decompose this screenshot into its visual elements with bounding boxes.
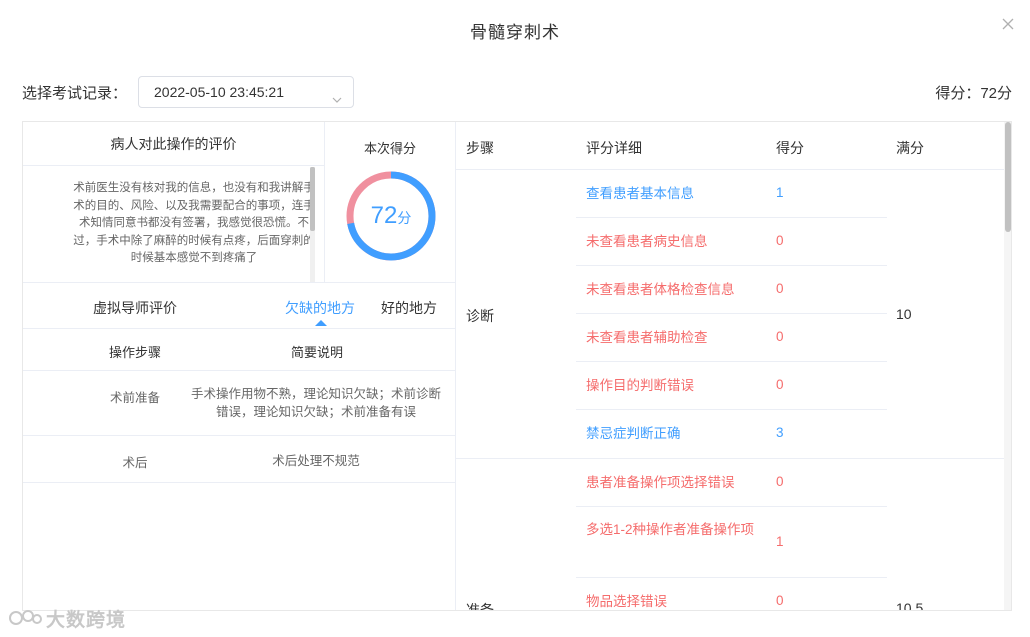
score-detail: 禁忌症判断正确: [586, 426, 681, 441]
table-row: 患者准备操作项选择错误 0: [576, 459, 887, 507]
issue-desc: 术后处理不规范: [272, 454, 360, 468]
score-detail: 未查看患者体格检查信息: [586, 282, 735, 297]
score-detail: 操作目的判断错误: [586, 378, 694, 393]
score-detail: 查看患者基本信息: [586, 186, 694, 201]
issue-desc: 手术操作用物不熟，理论知识欠缺；术前诊断错误，理论知识欠缺；术前准备有误: [191, 387, 442, 419]
score-detail: 物品选择错误: [586, 594, 667, 609]
table-row: 未查看患者病史信息 0: [576, 218, 887, 266]
patient-evaluation-text: 术前医生没有核对我的信息，也没有和我讲解手术的目的、风险、以及我需要配合的事项，…: [73, 182, 315, 265]
close-icon[interactable]: [1000, 16, 1016, 32]
issues-header-step: 操作步骤: [108, 345, 161, 360]
header-full: 满分: [896, 140, 924, 156]
score-points: 0: [776, 281, 784, 296]
virtual-mentor-label: 虚拟导师评价: [93, 300, 177, 316]
tab-good[interactable]: 好的地方: [381, 298, 437, 318]
score-detail: 未查看患者病史信息: [586, 234, 708, 249]
watermark-text: 大数跨境: [46, 610, 127, 631]
score-card-title: 本次得分: [363, 141, 416, 156]
table-row: 术前准备 手术操作用物不熟，理论知识欠缺；术前诊断错误，理论知识欠缺；术前准备有…: [23, 371, 455, 436]
score-points: 0: [776, 474, 784, 489]
chevron-down-icon: [331, 86, 343, 116]
header-detail: 评分详细: [586, 140, 642, 156]
score-table: 步骤 评分详细 得分 满分 诊断 10 查看患者基本信息 1 未查看患者病史信息…: [456, 122, 1004, 611]
header-score: 得分: [776, 140, 804, 156]
score-unit: 分: [397, 210, 412, 226]
table-row: 多选1-2种操作者准备操作项 1: [576, 507, 887, 578]
watermark-logo-icon: [8, 608, 42, 634]
score-table-header: 步骤 评分详细 得分 满分: [456, 122, 1004, 170]
table-row: 术后 术后处理不规范: [23, 436, 455, 483]
active-tab-indicator: [315, 320, 327, 326]
score-points: 0: [776, 329, 784, 344]
score-points: 1: [776, 185, 784, 200]
score-detail: 未查看患者辅助检查: [586, 330, 708, 345]
score-points: 0: [776, 377, 784, 392]
total-score: 得分：72分: [935, 85, 1012, 102]
full-score: 10.5: [896, 600, 924, 611]
watermark: 大数跨境: [8, 605, 126, 634]
table-row: 未查看患者辅助检查 0: [576, 314, 887, 362]
issues-header-desc: 简要说明: [290, 345, 343, 360]
evaluation-tabs: 虚拟导师评价 欠缺的地方 好的地方: [23, 282, 455, 329]
score-detail: 多选1-2种操作者准备操作项: [586, 522, 755, 537]
evaluation-panel: 病人对此操作的评价 术前医生没有核对我的信息，也没有和我讲解手术的目的、风险、以…: [22, 121, 1012, 611]
tab-lacking[interactable]: 欠缺的地方: [285, 298, 355, 318]
score-points: 0: [776, 593, 784, 608]
score-points: 3: [776, 425, 784, 440]
table-row: 操作目的判断错误 0: [576, 362, 887, 410]
score-detail: 患者准备操作项选择错误: [586, 475, 735, 490]
table-row: 物品选择错误 0: [576, 578, 887, 610]
table-row: 查看患者基本信息 1: [576, 170, 887, 218]
score-card: 本次得分 72分: [325, 122, 455, 282]
patient-evaluation-scrollbar[interactable]: [310, 167, 315, 283]
exam-record-select[interactable]: 2022-05-10 23:45:21: [138, 76, 354, 108]
score-value: 72分: [345, 170, 437, 262]
header-step: 步骤: [466, 140, 494, 156]
step-preparation: 准备: [466, 602, 494, 611]
exam-record-value: 2022-05-10 23:45:21: [154, 84, 284, 100]
score-points: 0: [776, 233, 784, 248]
table-row: 禁忌症判断正确 3: [576, 410, 887, 458]
dialog-title: 骨髓穿刺术: [470, 23, 560, 42]
patient-evaluation-title: 病人对此操作的评价: [23, 122, 324, 166]
score-number: 72: [370, 202, 398, 229]
record-label: 选择考试记录：: [22, 85, 128, 102]
table-row: 未查看患者体格检查信息 0: [576, 266, 887, 314]
score-points: 1: [776, 534, 784, 549]
full-score: 10: [896, 306, 912, 322]
issues-table-header: 操作步骤 简要说明: [23, 329, 455, 371]
step-diagnosis: 诊断: [466, 308, 494, 324]
patient-evaluation: 病人对此操作的评价 术前医生没有核对我的信息，也没有和我讲解手术的目的、风险、以…: [23, 122, 325, 283]
score-table-scrollbar[interactable]: [1004, 122, 1011, 610]
